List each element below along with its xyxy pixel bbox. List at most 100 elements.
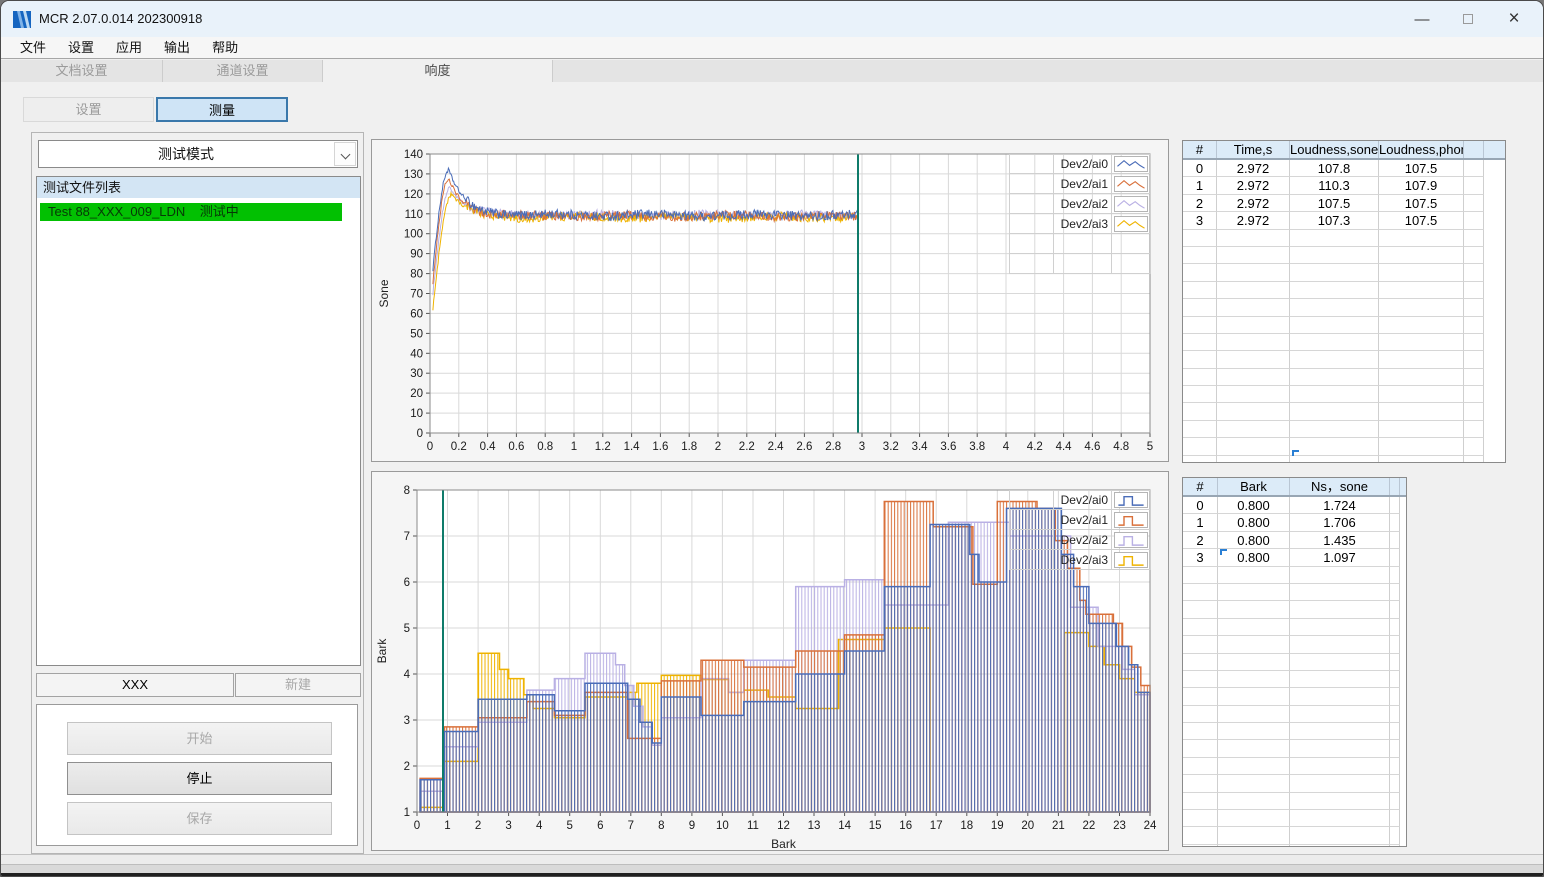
menu-settings[interactable]: 设置 bbox=[57, 37, 105, 59]
legend-row[interactable]: Dev2/ai3 bbox=[1009, 214, 1151, 234]
table-row[interactable] bbox=[1183, 420, 1505, 439]
x-axis-label: s bbox=[787, 458, 793, 461]
table-cell bbox=[1183, 757, 1218, 776]
titlebar[interactable]: MCR 2.07.0.014 202300918 — × bbox=[1, 1, 1543, 37]
table-row[interactable] bbox=[1183, 723, 1406, 741]
legend-glyph-cell bbox=[1111, 154, 1151, 174]
table-row[interactable] bbox=[1183, 844, 1406, 846]
svg-text:4: 4 bbox=[536, 820, 543, 832]
table-row[interactable] bbox=[1183, 601, 1406, 619]
table-row[interactable] bbox=[1183, 810, 1406, 828]
test-mode-select[interactable]: 测试模式 bbox=[38, 140, 358, 168]
table-row[interactable] bbox=[1183, 351, 1505, 369]
table-row[interactable] bbox=[1183, 583, 1406, 602]
table-row[interactable] bbox=[1183, 368, 1505, 387]
menu-output[interactable]: 输出 bbox=[153, 37, 201, 59]
table-row[interactable] bbox=[1183, 827, 1406, 845]
table-row[interactable] bbox=[1183, 299, 1505, 317]
table-cell bbox=[1290, 775, 1390, 793]
table-row[interactable] bbox=[1183, 792, 1406, 811]
table-row[interactable]: 0 0.800 1.724 bbox=[1183, 497, 1406, 515]
menu-file[interactable]: 文件 bbox=[9, 37, 57, 59]
table-row[interactable]: 3 0.800 1.097 bbox=[1183, 549, 1406, 567]
table-cell-filler bbox=[1390, 723, 1400, 741]
table-row[interactable] bbox=[1183, 316, 1505, 334]
table-row[interactable] bbox=[1183, 403, 1505, 421]
loudness-time-chart[interactable]: 0 0.2 0.4 0.6 0.8 1 1.2 1.4 1.6 1.8 2 2.2 2.4 2.6 2.8 3… bbox=[371, 139, 1169, 472]
tab-loudness[interactable]: 响度 bbox=[323, 60, 553, 82]
table-row[interactable] bbox=[1183, 281, 1505, 300]
minimize-button[interactable]: — bbox=[1399, 1, 1445, 37]
table-cell-filler bbox=[1464, 229, 1484, 247]
column-header[interactable]: Time,s bbox=[1217, 141, 1290, 158]
table-row[interactable] bbox=[1183, 566, 1406, 584]
column-header[interactable]: # bbox=[1183, 478, 1218, 495]
tab-channel-settings[interactable]: 通道设置 bbox=[163, 60, 323, 82]
table-row[interactable]: 1 0.800 1.706 bbox=[1183, 514, 1406, 532]
focus-cell-marker bbox=[1292, 450, 1299, 456]
svg-text:1.8: 1.8 bbox=[681, 441, 697, 453]
legend-row[interactable]: Dev2/ai2 bbox=[1009, 194, 1151, 214]
column-header[interactable]: Loudness,sone bbox=[1290, 141, 1379, 158]
table-row[interactable] bbox=[1183, 705, 1406, 724]
column-header[interactable]: # bbox=[1183, 141, 1217, 158]
legend-row[interactable]: Dev2/ai0 bbox=[1009, 154, 1151, 174]
table-row[interactable] bbox=[1183, 618, 1406, 637]
table-cell: 107.9 bbox=[1379, 177, 1464, 195]
menu-apply[interactable]: 应用 bbox=[105, 37, 153, 59]
table-row[interactable] bbox=[1183, 246, 1505, 265]
svg-text:7: 7 bbox=[404, 531, 410, 543]
table-row[interactable] bbox=[1183, 229, 1505, 247]
svg-text:60: 60 bbox=[410, 308, 423, 320]
legend-row[interactable]: Dev2/ai1 bbox=[1009, 174, 1151, 194]
settings-view-button[interactable]: 设置 bbox=[23, 97, 154, 122]
table-row[interactable]: 2 0.800 1.435 bbox=[1183, 531, 1406, 550]
measure-view-button[interactable]: 测量 bbox=[156, 97, 288, 122]
table-row[interactable] bbox=[1183, 636, 1406, 654]
save-button[interactable]: 保存 bbox=[67, 802, 332, 835]
table-cell bbox=[1218, 705, 1290, 724]
table-cell bbox=[1290, 438, 1379, 456]
close-button[interactable]: × bbox=[1491, 1, 1537, 37]
table-row[interactable] bbox=[1183, 757, 1406, 776]
table-cell bbox=[1183, 792, 1218, 811]
tab-document-settings[interactable]: 文档设置 bbox=[1, 60, 163, 82]
combo-dropdown-button[interactable] bbox=[334, 142, 356, 166]
table-row[interactable] bbox=[1183, 264, 1505, 282]
column-header[interactable]: Ns，sone bbox=[1290, 478, 1390, 495]
loudness-chart-legend: Dev2/ai0 Dev2/ai1 Dev2/ai2 Dev2/ai3 bbox=[1009, 154, 1151, 274]
table-row[interactable] bbox=[1183, 740, 1406, 758]
table-row[interactable]: 2 2.972 107.5 107.5 bbox=[1183, 194, 1505, 213]
legend-row[interactable]: Dev2/ai3 bbox=[1009, 550, 1151, 570]
column-header[interactable]: Bark bbox=[1218, 478, 1290, 495]
test-file-list[interactable]: 测试文件列表 Test 88_XXX_009_LDN 测试中 bbox=[36, 176, 361, 666]
bark-spectrum-chart[interactable]: 0 1 2 3 4 5 6 7 8 9 10 11 12 13 14 15 16 17 18 19 20 21 22 23 24… bbox=[371, 471, 1169, 851]
legend-spacer-cell bbox=[1009, 530, 1053, 550]
loudness-table[interactable]: # Time,s Loudness,sone Loudness,phon 0 2.972 1… bbox=[1182, 140, 1506, 463]
table-row[interactable] bbox=[1183, 775, 1406, 793]
column-header[interactable]: Loudness,phon bbox=[1379, 141, 1464, 158]
table-row[interactable]: 3 2.972 107.3 107.5 bbox=[1183, 212, 1505, 230]
table-row[interactable] bbox=[1183, 333, 1505, 352]
table-row[interactable] bbox=[1183, 455, 1505, 462]
table-row[interactable] bbox=[1183, 386, 1505, 404]
start-button[interactable]: 开始 bbox=[67, 722, 332, 755]
table-row[interactable] bbox=[1183, 438, 1505, 456]
table-cell bbox=[1217, 438, 1290, 456]
list-item-active-test[interactable]: Test 88_XXX_009_LDN 测试中 bbox=[40, 203, 342, 221]
svg-text:6: 6 bbox=[404, 577, 410, 589]
legend-row[interactable]: Dev2/ai0 bbox=[1009, 490, 1151, 510]
table-row[interactable] bbox=[1183, 688, 1406, 706]
xxx-button[interactable]: XXX bbox=[36, 673, 234, 697]
table-row[interactable] bbox=[1183, 653, 1406, 671]
maximize-button[interactable] bbox=[1445, 1, 1491, 37]
bark-table[interactable]: # Bark Ns，sone 0 0.800 1.724 1 0.800 1.706 2 0.800… bbox=[1182, 477, 1407, 847]
table-row[interactable]: 1 2.972 110.3 107.9 bbox=[1183, 177, 1505, 195]
table-row[interactable]: 0 2.972 107.8 107.5 bbox=[1183, 160, 1505, 178]
new-button[interactable]: 新建 bbox=[235, 673, 361, 697]
table-row[interactable] bbox=[1183, 670, 1406, 689]
legend-row[interactable]: Dev2/ai2 bbox=[1009, 530, 1151, 550]
menu-help[interactable]: 帮助 bbox=[201, 37, 249, 59]
stop-button[interactable]: 停止 bbox=[67, 762, 332, 795]
legend-row[interactable]: Dev2/ai1 bbox=[1009, 510, 1151, 530]
